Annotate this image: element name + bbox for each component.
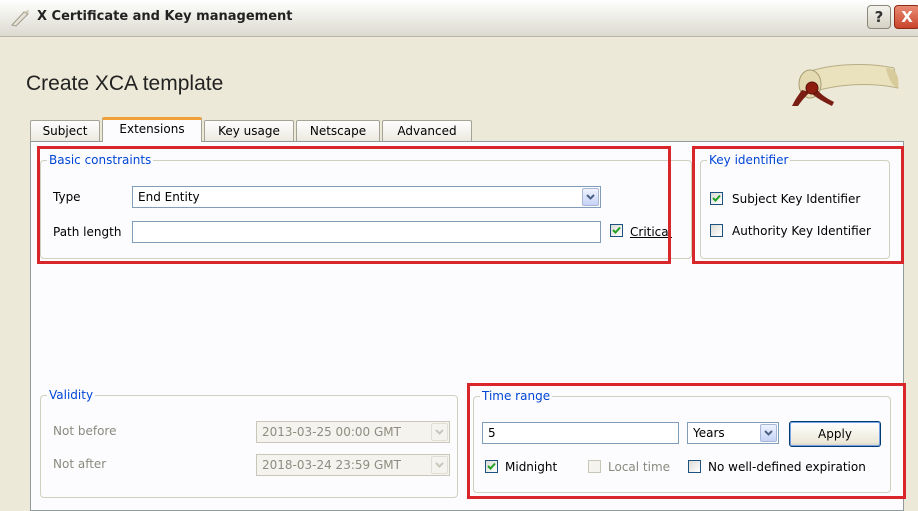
basic-constraints-title: Basic constraints	[49, 153, 152, 167]
midnight-label: Midnight	[505, 460, 558, 474]
not-after-value: 2018-03-24 23:59 GMT	[262, 458, 401, 472]
not-before-value: 2013-03-25 00:00 GMT	[262, 425, 401, 439]
no-expiration-checkbox[interactable]	[688, 460, 701, 473]
subject-key-identifier-label: Subject Key Identifier	[732, 192, 861, 206]
not-after-label: Not after	[53, 457, 107, 471]
time-range-unit-value: Years	[693, 426, 725, 440]
authority-key-identifier-label: Authority Key Identifier	[732, 224, 871, 238]
key-identifier-title: Key identifier	[709, 153, 789, 167]
tab-advanced[interactable]: Advanced	[382, 120, 472, 141]
local-time-checkbox	[588, 460, 601, 473]
critical-label: Critical	[630, 225, 672, 239]
time-range-amount-input[interactable]: 5	[482, 422, 679, 444]
tab-subject[interactable]: Subject	[30, 120, 100, 141]
time-range-title: Time range	[482, 389, 551, 403]
type-dropdown[interactable]: End Entity	[132, 186, 601, 208]
no-expiration-label: No well-defined expiration	[708, 460, 866, 474]
tab-netscape[interactable]: Netscape	[296, 120, 380, 141]
validity-title: Validity	[49, 388, 94, 402]
checkmark-icon	[612, 226, 621, 234]
not-after-field: 2018-03-24 23:59 GMT	[256, 454, 450, 476]
path-length-label: Path length	[53, 225, 122, 239]
path-length-input[interactable]	[132, 221, 601, 243]
not-before-label: Not before	[53, 424, 117, 438]
window-title: X Certificate and Key management	[37, 9, 293, 24]
checkmark-icon	[712, 194, 721, 202]
close-button[interactable]: X	[894, 5, 918, 29]
type-value: End Entity	[138, 190, 200, 204]
chevron-down-icon[interactable]	[760, 424, 777, 442]
extensions-panel: Basic constraints Type End Entity Path l…	[30, 141, 904, 511]
authority-key-identifier-checkbox[interactable]	[710, 224, 723, 237]
time-range-unit-dropdown[interactable]: Years	[687, 422, 779, 444]
scroll-logo-icon	[792, 64, 899, 106]
checkmark-icon	[487, 462, 496, 470]
validity-group: Validity	[40, 388, 458, 498]
type-label: Type	[53, 190, 81, 204]
subject-key-identifier-checkbox[interactable]	[710, 192, 723, 205]
key-identifier-group: Key identifier	[700, 153, 890, 259]
help-button[interactable]: ?	[867, 5, 891, 29]
local-time-label: Local time	[608, 460, 671, 474]
tab-key-usage[interactable]: Key usage	[204, 120, 294, 141]
tab-extensions[interactable]: Extensions	[102, 117, 202, 142]
midnight-checkbox[interactable]	[485, 460, 498, 473]
chevron-down-icon	[431, 456, 448, 474]
not-before-field: 2013-03-25 00:00 GMT	[256, 421, 450, 443]
critical-checkbox[interactable]	[610, 224, 623, 237]
apply-button[interactable]: Apply	[789, 421, 881, 447]
title-bar: X Certificate and Key management ? X	[0, 0, 918, 37]
chevron-down-icon[interactable]	[582, 188, 599, 206]
app-icon	[11, 10, 29, 27]
chevron-down-icon	[431, 423, 448, 441]
page-title: Create XCA template	[26, 72, 224, 95]
